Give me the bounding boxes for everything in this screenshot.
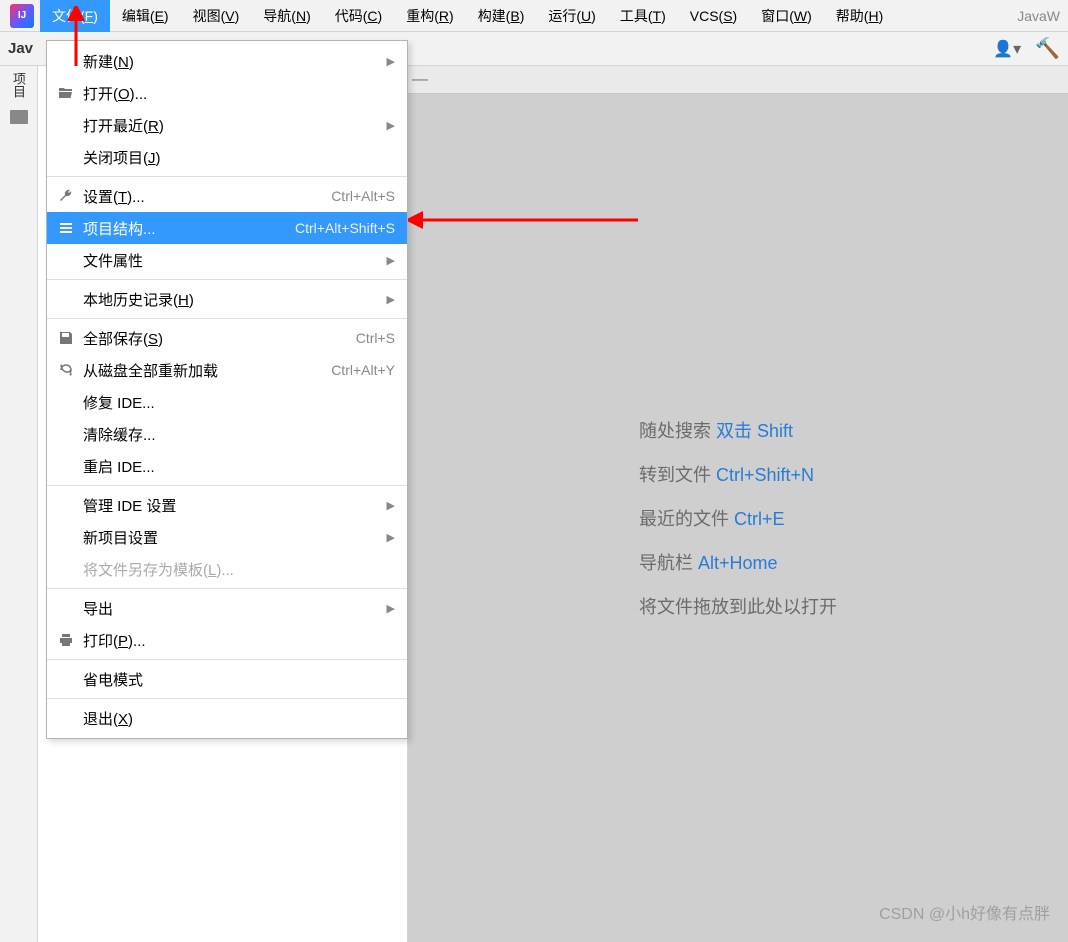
file-menu-item-5[interactable]: 设置(T)... Ctrl+Alt+S	[47, 180, 407, 212]
menu-item-label: 项目结构...	[83, 218, 287, 239]
folder-icon[interactable]	[10, 110, 28, 124]
file-menu-item-9[interactable]: 本地历史记录(H) ▶	[47, 283, 407, 315]
chevron-right-icon: ▶	[387, 119, 395, 132]
menu-item-label: 省电模式	[83, 669, 395, 690]
file-menu-dropdown: 新建(N) ▶ 打开(O)... 打开最近(R) ▶ 关闭项目(J) 设置(T)... Ctr…	[46, 40, 408, 739]
menu-文件[interactable]: 文件(F)	[40, 0, 110, 32]
chevron-right-icon: ▶	[387, 254, 395, 267]
wrench-icon	[55, 188, 77, 204]
menu-视图[interactable]: 视图(V)	[181, 0, 252, 32]
file-menu-item-21[interactable]: 导出 ▶	[47, 592, 407, 624]
menu-item-label: 关闭项目(J)	[83, 147, 395, 168]
folder-open-icon	[55, 85, 77, 101]
file-menu-item-3[interactable]: 关闭项目(J)	[47, 141, 407, 173]
menu-导航[interactable]: 导航(N)	[251, 0, 322, 32]
menu-shortcut: Ctrl+Alt+Y	[331, 362, 395, 378]
menu-窗口[interactable]: 窗口(W)	[749, 0, 824, 32]
menu-item-label: 修复 IDE...	[83, 392, 395, 413]
user-icon[interactable]: 👤▾	[993, 39, 1021, 59]
menu-item-label: 新建(N)	[83, 51, 379, 72]
watermark: CSDN @小h好像有点胖	[879, 900, 1050, 924]
menu-运行[interactable]: 运行(U)	[536, 0, 607, 32]
menu-separator	[47, 176, 407, 177]
editor-tab-strip: —	[408, 66, 1068, 94]
file-menu-item-12[interactable]: 从磁盘全部重新加载 Ctrl+Alt+Y	[47, 354, 407, 386]
file-menu-item-15[interactable]: 重启 IDE...	[47, 450, 407, 482]
menu-item-label: 全部保存(S)	[83, 328, 348, 349]
menu-shortcut: Ctrl+S	[356, 330, 395, 346]
menu-item-label: 将文件另存为模板(L)...	[83, 559, 395, 580]
menu-separator	[47, 588, 407, 589]
print-icon	[55, 632, 77, 648]
welcome-hint: 随处搜索 双击 Shift	[639, 417, 837, 443]
build-icon[interactable]: 🔨	[1035, 36, 1060, 61]
toolbar-left-text: Jav	[8, 40, 33, 57]
menu-shortcut: Ctrl+Alt+S	[331, 188, 395, 204]
reload-icon	[55, 362, 77, 378]
chevron-right-icon: ▶	[387, 602, 395, 615]
menu-item-label: 打开(O)...	[83, 83, 395, 104]
menu-separator	[47, 318, 407, 319]
file-menu-item-18[interactable]: 新项目设置 ▶	[47, 521, 407, 553]
file-menu-item-6[interactable]: 项目结构... Ctrl+Alt+Shift+S	[47, 212, 407, 244]
structure-icon	[55, 220, 77, 236]
menu-item-label: 新项目设置	[83, 527, 379, 548]
welcome-hint: 导航栏 Alt+Home	[639, 549, 837, 575]
welcome-hints: 随处搜索 双击 Shift 转到文件 Ctrl+Shift+N 最近的文件 Ctrl…	[639, 399, 837, 637]
chevron-right-icon: ▶	[387, 293, 395, 306]
file-menu-item-0[interactable]: 新建(N) ▶	[47, 45, 407, 77]
menu-item-label: 退出(X)	[83, 708, 395, 729]
menu-构建[interactable]: 构建(B)	[466, 0, 537, 32]
window-title-suffix: JavaW	[1017, 8, 1068, 24]
menu-separator	[47, 698, 407, 699]
file-menu-item-13[interactable]: 修复 IDE...	[47, 386, 407, 418]
chevron-right-icon: ▶	[387, 531, 395, 544]
file-menu-item-1[interactable]: 打开(O)...	[47, 77, 407, 109]
file-menu-item-19: 将文件另存为模板(L)...	[47, 553, 407, 585]
menu-separator	[47, 485, 407, 486]
menu-separator	[47, 659, 407, 660]
editor-area: — 随处搜索 双击 Shift 转到文件 Ctrl+Shift+N 最近的文件 Ct…	[408, 66, 1068, 942]
menu-item-label: 导出	[83, 598, 379, 619]
welcome-hint: 转到文件 Ctrl+Shift+N	[639, 461, 837, 487]
menu-工具[interactable]: 工具(T)	[608, 0, 678, 32]
chevron-right-icon: ▶	[387, 55, 395, 68]
file-menu-item-24[interactable]: 省电模式	[47, 663, 407, 695]
left-tool-gutter: 项目	[0, 66, 38, 942]
menu-item-label: 文件属性	[83, 250, 379, 271]
menu-item-label: 从磁盘全部重新加载	[83, 360, 323, 381]
menu-帮助[interactable]: 帮助(H)	[824, 0, 895, 32]
file-menu-item-2[interactable]: 打开最近(R) ▶	[47, 109, 407, 141]
menu-separator	[47, 279, 407, 280]
file-menu-item-7[interactable]: 文件属性 ▶	[47, 244, 407, 276]
menu-item-label: 打印(P)...	[83, 630, 395, 651]
menu-VCS[interactable]: VCS(S)	[678, 0, 749, 32]
chevron-right-icon: ▶	[387, 499, 395, 512]
file-menu-item-11[interactable]: 全部保存(S) Ctrl+S	[47, 322, 407, 354]
file-menu-item-17[interactable]: 管理 IDE 设置 ▶	[47, 489, 407, 521]
menu-item-label: 设置(T)...	[83, 186, 323, 207]
save-icon	[55, 330, 77, 346]
menu-代码[interactable]: 代码(C)	[323, 0, 394, 32]
welcome-hint: 将文件拖放到此处以打开	[639, 593, 837, 619]
menu-item-label: 清除缓存...	[83, 424, 395, 445]
welcome-hint: 最近的文件 Ctrl+E	[639, 505, 837, 531]
menu-shortcut: Ctrl+Alt+Shift+S	[295, 220, 395, 236]
menu-item-label: 重启 IDE...	[83, 456, 395, 477]
menu-item-label: 本地历史记录(H)	[83, 289, 379, 310]
menu-编辑[interactable]: 编辑(E)	[110, 0, 181, 32]
sidebar-tab-project[interactable]: 项目	[9, 72, 28, 98]
file-menu-item-26[interactable]: 退出(X)	[47, 702, 407, 734]
menubar: IJ 文件(F)编辑(E)视图(V)导航(N)代码(C)重构(R)构建(B)运行…	[0, 0, 1068, 32]
file-menu-item-22[interactable]: 打印(P)...	[47, 624, 407, 656]
menu-重构[interactable]: 重构(R)	[394, 0, 465, 32]
menu-item-label: 管理 IDE 设置	[83, 495, 379, 516]
collapse-icon[interactable]: —	[412, 71, 428, 89]
app-icon: IJ	[10, 4, 34, 28]
file-menu-item-14[interactable]: 清除缓存...	[47, 418, 407, 450]
menu-item-label: 打开最近(R)	[83, 115, 379, 136]
